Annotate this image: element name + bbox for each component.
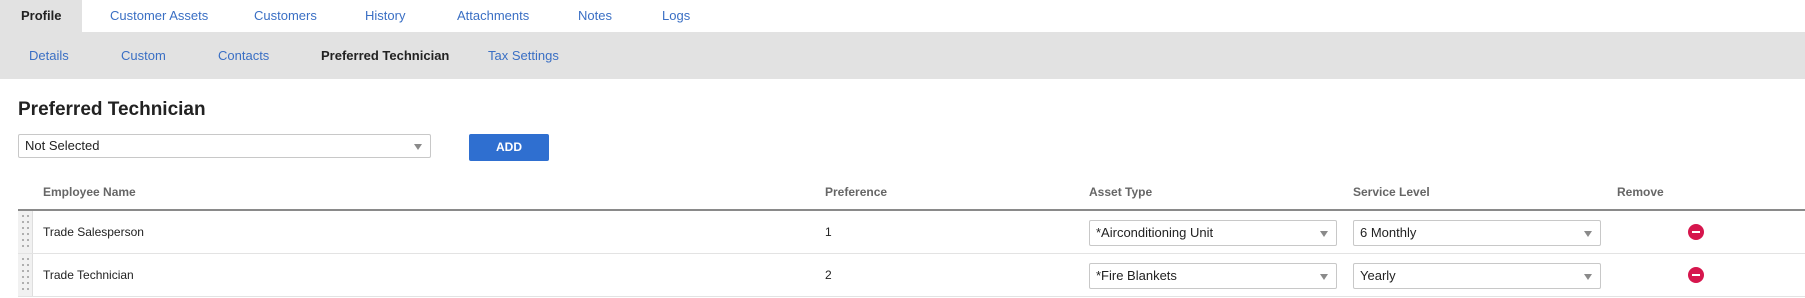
top-tab-bar: Profile Customer Assets Customers Histor… (0, 0, 1805, 32)
tab-customers[interactable]: Customers (254, 0, 317, 32)
preference-value: 1 (825, 225, 832, 239)
subtab-contacts[interactable]: Contacts (218, 32, 269, 79)
tab-attachments[interactable]: Attachments (457, 0, 529, 32)
tab-notes[interactable]: Notes (578, 0, 612, 32)
asset-type-value: *Airconditioning Unit (1096, 225, 1214, 240)
service-level-select[interactable]: Yearly (1353, 263, 1601, 289)
technician-select-value: Not Selected (25, 138, 100, 153)
asset-type-value: *Fire Blankets (1096, 268, 1177, 283)
drag-handle-icon[interactable] (18, 254, 33, 296)
tab-logs[interactable]: Logs (662, 0, 690, 32)
tab-profile[interactable]: Profile (0, 0, 83, 32)
table-row: Trade Technician 2 *Fire Blankets Yearly (18, 254, 1805, 297)
col-header-remove: Remove (1617, 185, 1664, 199)
drag-handle-icon[interactable] (18, 211, 33, 253)
table-row: Trade Salesperson 1 *Airconditioning Uni… (18, 211, 1805, 254)
chevron-down-icon (1584, 274, 1592, 280)
subtab-preferred-technician[interactable]: Preferred Technician (321, 32, 449, 79)
tab-customer-assets[interactable]: Customer Assets (110, 0, 208, 32)
tab-history[interactable]: History (365, 0, 405, 32)
preference-value: 2 (825, 268, 832, 282)
service-level-value: Yearly (1360, 268, 1396, 283)
sub-tab-bar: Details Custom Contacts Preferred Techni… (0, 32, 1805, 79)
remove-icon[interactable] (1688, 224, 1704, 240)
subtab-tax-settings[interactable]: Tax Settings (488, 32, 559, 79)
chevron-down-icon (1320, 231, 1328, 237)
col-header-service-level: Service Level (1353, 185, 1430, 199)
employee-name: Trade Technician (43, 268, 134, 282)
subtab-custom[interactable]: Custom (121, 32, 166, 79)
remove-icon[interactable] (1688, 267, 1704, 283)
asset-type-select[interactable]: *Airconditioning Unit (1089, 220, 1337, 246)
technician-select[interactable]: Not Selected (18, 134, 431, 158)
chevron-down-icon (1584, 231, 1592, 237)
col-header-preference: Preference (825, 185, 888, 199)
col-header-employee: Employee Name (43, 185, 136, 199)
chevron-down-icon (1320, 274, 1328, 280)
service-level-select[interactable]: 6 Monthly (1353, 220, 1601, 246)
col-header-asset-type: Asset Type (1089, 185, 1153, 199)
employee-name: Trade Salesperson (43, 225, 144, 239)
service-level-value: 6 Monthly (1360, 225, 1417, 240)
section-title: Preferred Technician (18, 99, 206, 120)
asset-type-select[interactable]: *Fire Blankets (1089, 263, 1337, 289)
add-button[interactable]: ADD (469, 134, 549, 161)
chevron-down-icon (414, 144, 422, 150)
subtab-details[interactable]: Details (29, 32, 69, 79)
